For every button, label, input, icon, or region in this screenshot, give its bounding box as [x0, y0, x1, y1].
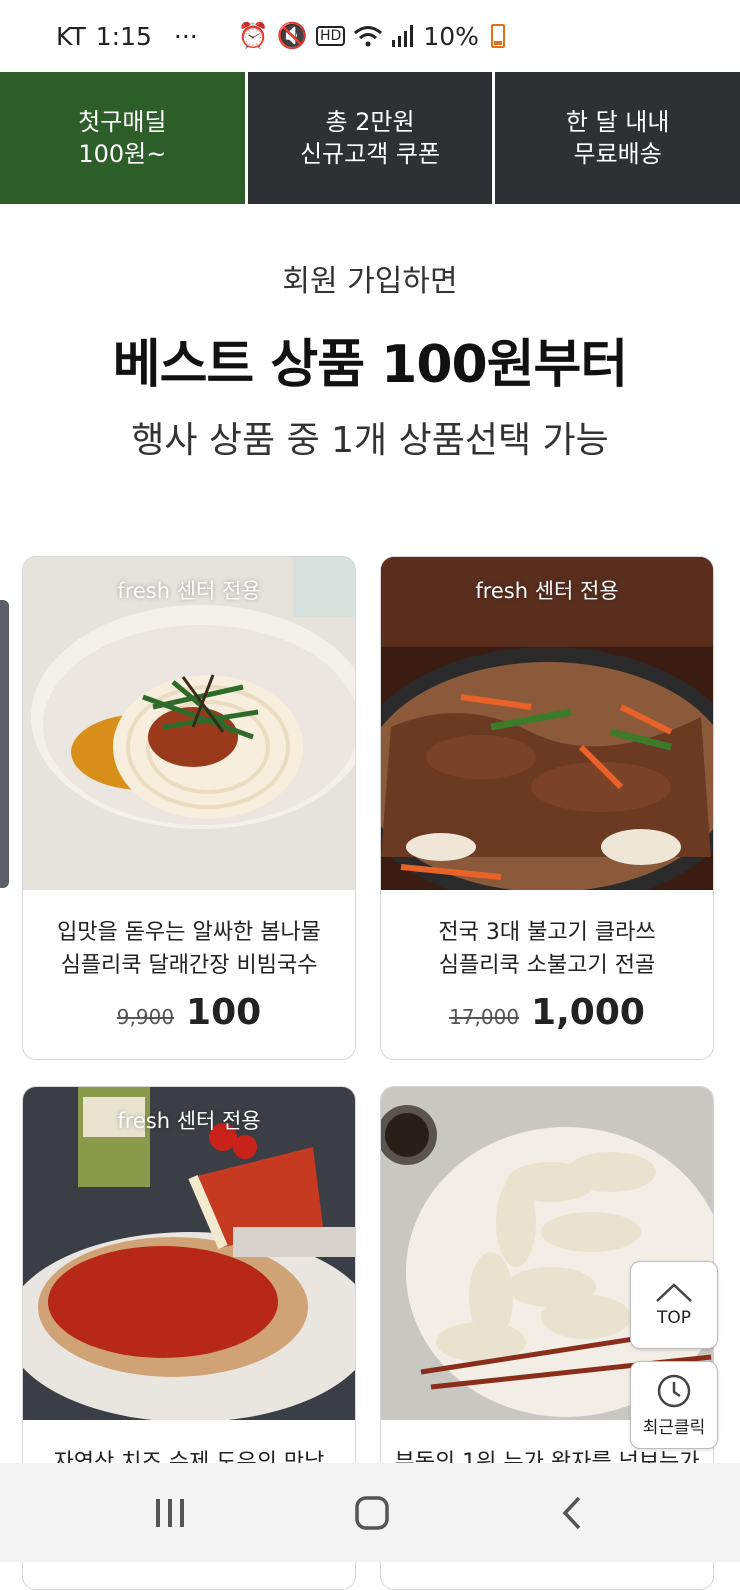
tab-first-purchase[interactable]: 첫구매딜 100원~	[0, 72, 245, 204]
side-panel-handle[interactable]	[0, 600, 9, 888]
hero-description: 행사 상품 중 1개 상품선택 가능	[131, 420, 609, 461]
product-tagline: 입맛을 돋우는 알싸한 봄나물	[57, 920, 321, 945]
product-name: 심플리쿡 소불고기 전골	[438, 953, 656, 978]
product-card[interactable]: fresh 센터 전용 전국 3대 불고기 클라쓰 심플리쿡 소불고기 전골 1…	[380, 556, 714, 1060]
tab-label: 신규고객 쿠폰	[299, 140, 441, 168]
wifi-icon	[354, 26, 383, 47]
price-row: 9,900 100	[23, 992, 355, 1033]
product-card[interactable]: fresh 센터 전용 입맛을 돋우는 알싸한 봄나물 심플리쿡 달래간장 비빔…	[22, 556, 356, 1060]
original-price: 9,900	[116, 1005, 175, 1029]
product-badge: fresh 센터 전용	[475, 579, 619, 603]
more-dots: ···	[173, 21, 198, 51]
tab-new-customer-coupon[interactable]: 총 2만원 신규고객 쿠폰	[247, 72, 493, 204]
tab-label: 첫구매딜	[78, 108, 167, 136]
chevron-up-icon	[656, 1283, 692, 1302]
product-name: 심플리쿡 달래간장 비빔국수	[60, 953, 318, 978]
product-grid: fresh 센터 전용 입맛을 돋우는 알싸한 봄나물 심플리쿡 달래간장 비빔…	[22, 556, 714, 1590]
recent-apps-icon[interactable]	[153, 1496, 187, 1530]
product-info: 입맛을 돋우는 알싸한 봄나물 심플리쿡 달래간장 비빔국수 9,900 100	[23, 890, 355, 1033]
tab-label: 총 2만원	[325, 108, 415, 136]
sale-price: 1,000	[531, 992, 645, 1033]
tab-label: 100원~	[78, 140, 167, 168]
clock-icon	[657, 1374, 691, 1407]
status-left: KT 1:15 ···	[56, 22, 198, 51]
back-icon[interactable]	[557, 1495, 587, 1531]
product-image-pizza: fresh 센터 전용	[23, 1087, 355, 1420]
alarm-icon: ⏰	[237, 21, 269, 50]
product-info: 전국 3대 불고기 클라쓰 심플리쿡 소불고기 전골 17,000 1,000	[381, 890, 713, 1033]
status-bar: KT 1:15 ··· ⏰ 🔇 HD 10%	[0, 0, 740, 72]
signal-icon	[392, 25, 414, 47]
battery-icon	[490, 24, 505, 48]
home-icon[interactable]	[354, 1495, 390, 1531]
tab-label: 한 달 내내	[565, 108, 670, 136]
hero-subtitle: 회원 가입하면	[282, 264, 458, 299]
android-nav-bar	[0, 1463, 740, 1562]
battery-text: 10%	[423, 21, 479, 51]
tab-label: 무료배송	[573, 140, 662, 168]
top-label: TOP	[656, 1308, 692, 1328]
scroll-top-button[interactable]: TOP	[630, 1261, 718, 1349]
product-badge: fresh 센터 전용	[117, 579, 261, 603]
carrier-text: KT	[56, 21, 86, 51]
price-row: 17,000 1,000	[381, 992, 713, 1033]
hero-section: 회원 가입하면 베스트 상품 100원부터 행사 상품 중 1개 상품선택 가능	[0, 204, 740, 463]
hd-icon: HD	[316, 26, 346, 46]
product-image-noodles: fresh 센터 전용	[23, 557, 355, 890]
clock-text: 1:15	[95, 21, 152, 51]
product-badge: fresh 센터 전용	[117, 1109, 261, 1133]
product-tagline: 전국 3대 불고기 클라쓰	[438, 920, 656, 945]
original-price: 17,000	[449, 1005, 520, 1029]
promo-tabs: 첫구매딜 100원~ 총 2만원 신규고객 쿠폰 한 달 내내 무료배송	[0, 72, 740, 204]
product-image-bulgogi: fresh 센터 전용	[381, 557, 713, 890]
status-right: ⏰ 🔇 HD 10%	[238, 21, 505, 51]
sale-price: 100	[186, 992, 262, 1033]
mute-icon: 🔇	[276, 21, 308, 50]
recent-click-button[interactable]: 최근클릭	[630, 1361, 718, 1449]
hero-title: 베스트 상품 100원부터	[112, 335, 628, 395]
tab-free-shipping[interactable]: 한 달 내내 무료배송	[495, 72, 740, 204]
recent-label: 최근클릭	[642, 1417, 706, 1438]
